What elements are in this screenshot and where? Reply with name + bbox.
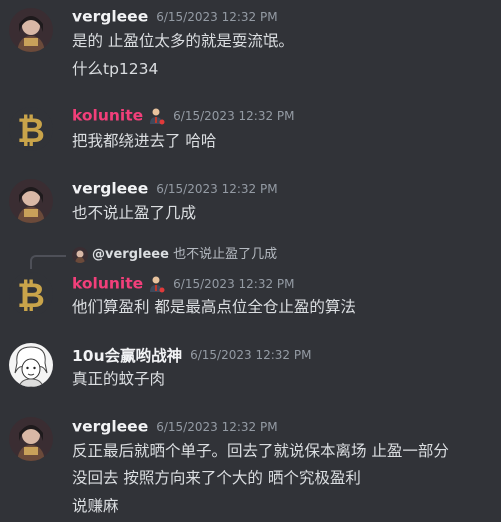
bitcoin-avatar[interactable]: ₿ [9,272,53,316]
message-text: 真正的蚊子肉 [72,370,166,388]
user-avatar[interactable] [9,179,53,223]
user-avatar[interactable] [9,343,53,387]
reply-reference[interactable]: @vergleee 也不说止盈了几成 [72,246,277,264]
role-badge-icon [150,108,165,124]
username[interactable]: 10u会赢哟战神 [72,347,182,365]
message: ₿ kolunite 6/15/2023 12:32 PM 把我都绕进去了 哈哈 [0,100,501,170]
message-text: 是的 止盈位太多的就是耍流氓。 [72,32,294,50]
message-text: 什么tp1234 [72,60,159,78]
reply-avatar [72,246,88,263]
reply-spine [30,255,66,269]
username[interactable]: kolunite [72,275,143,293]
username[interactable]: kolunite [72,107,143,125]
message: vergleee 6/15/2023 12:32 PM 是的 止盈位太多的就是耍流… [0,0,501,95]
bitcoin-avatar[interactable]: ₿ [9,107,53,151]
svg-text:₿: ₿ [17,111,45,151]
message-text: 反正最后就晒个单子。回去了就说保本离场 止盈一部分 [72,442,449,460]
message: vergleee 6/15/2023 12:32 PM 反正最后就晒个单子。回去了… [0,415,501,522]
user-avatar[interactable] [9,8,53,52]
message-text: 把我都绕进去了 哈哈 [72,132,217,150]
reply-text: 也不说止盈了几成 [173,247,278,262]
message-text: 他们算盈利 都是最高点位全仓止盈的算法 [72,298,356,316]
timestamp: 6/15/2023 12:32 PM [156,181,278,196]
reply-username[interactable]: @vergleee [92,247,169,262]
svg-text:₿: ₿ [17,276,45,316]
role-badge-icon [150,276,165,292]
username[interactable]: vergleee [72,8,148,26]
timestamp: 6/15/2023 12:32 PM [173,276,295,291]
message: @vergleee 也不说止盈了几成 ₿ kolunite 6/15/2023 1… [0,246,501,326]
username[interactable]: vergleee [72,418,148,436]
message-text: 没回去 按照方向来了个大的 晒个究极盈利 [72,469,361,487]
message: vergleee 6/15/2023 12:32 PM 也不说止盈了几成 [0,176,501,236]
username[interactable]: vergleee [72,180,148,198]
timestamp: 6/15/2023 12:32 PM [173,108,295,123]
timestamp: 6/15/2023 12:32 PM [190,348,312,362]
timestamp: 6/15/2023 12:32 PM [156,9,278,24]
timestamp: 6/15/2023 12:32 PM [156,419,278,434]
message-text: 说赚麻 [72,497,119,515]
message-text: 也不说止盈了几成 [72,204,197,222]
message: 10u会赢哟战神 6/15/2023 12:32 PM 真正的蚊子肉 [0,340,501,400]
user-avatar[interactable] [9,417,53,461]
